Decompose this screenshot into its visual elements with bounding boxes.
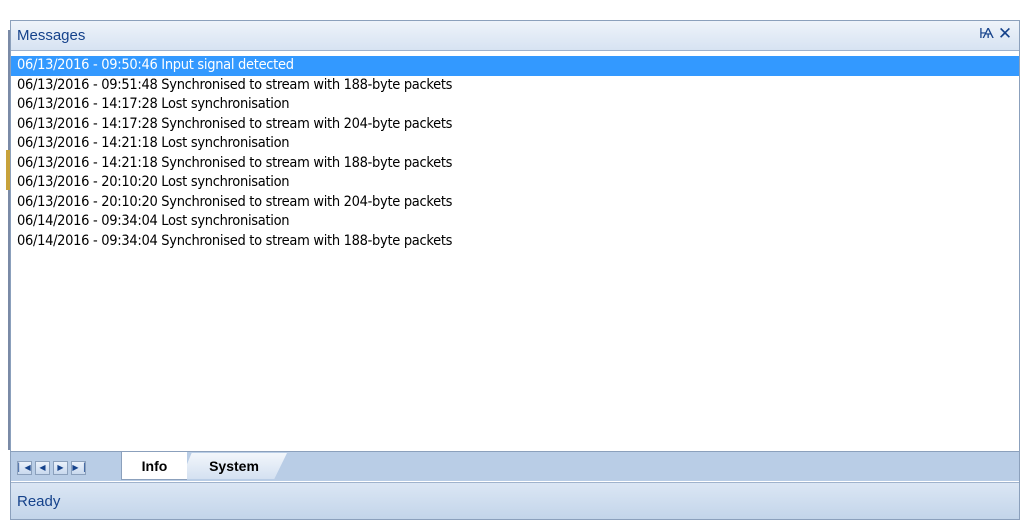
last-icon: ▶▕: [72, 463, 85, 472]
tab-system[interactable]: System: [181, 453, 287, 479]
message-row[interactable]: 06/14/2016 - 09:34:04 Lost synchronisati…: [11, 212, 1019, 232]
message-row[interactable]: 06/13/2016 - 20:10:20 Synchronised to st…: [11, 193, 1019, 213]
pin-icon[interactable]: Ѩ: [979, 27, 994, 43]
message-row[interactable]: 06/13/2016 - 14:17:28 Synchronised to st…: [11, 115, 1019, 135]
left-dock-edge: [0, 0, 10, 521]
message-row[interactable]: 06/13/2016 - 14:21:18 Synchronised to st…: [11, 154, 1019, 174]
previous-icon: ◀: [39, 463, 46, 472]
tab-info[interactable]: Info: [121, 452, 187, 480]
first-icon: ▏◀: [18, 463, 31, 472]
close-icon[interactable]: ✕: [997, 24, 1013, 44]
panel-titlebar: Messages Ѩ ✕: [11, 21, 1019, 51]
status-bar: Ready: [11, 482, 1019, 519]
message-row[interactable]: 06/13/2016 - 14:21:18 Lost synchronisati…: [11, 134, 1019, 154]
message-list[interactable]: 06/13/2016 - 09:50:46 Input signal detec…: [11, 56, 1019, 450]
next-tab-button[interactable]: ▶: [53, 461, 68, 475]
messages-panel: Messages Ѩ ✕ 06/13/2016 - 09:50:46 Input…: [10, 20, 1020, 520]
tab-strip: ▏◀ ◀ ▶ ▶▕ System Info: [11, 451, 1019, 481]
message-row[interactable]: 06/13/2016 - 20:10:20 Lost synchronisati…: [11, 173, 1019, 193]
message-row[interactable]: 06/13/2016 - 09:50:46 Input signal detec…: [11, 56, 1019, 76]
message-row[interactable]: 06/13/2016 - 09:51:48 Synchronised to st…: [11, 76, 1019, 96]
previous-tab-button[interactable]: ◀: [35, 461, 50, 475]
application-window: Messages Ѩ ✕ 06/13/2016 - 09:50:46 Input…: [0, 0, 1020, 521]
message-row[interactable]: 06/14/2016 - 09:34:04 Synchronised to st…: [11, 232, 1019, 252]
last-tab-button[interactable]: ▶▕: [71, 461, 86, 475]
first-tab-button[interactable]: ▏◀: [17, 461, 32, 475]
next-icon: ▶: [57, 463, 64, 472]
status-text: Ready: [17, 493, 61, 510]
panel-title: Messages: [17, 27, 86, 44]
message-row[interactable]: 06/13/2016 - 14:17:28 Lost synchronisati…: [11, 95, 1019, 115]
